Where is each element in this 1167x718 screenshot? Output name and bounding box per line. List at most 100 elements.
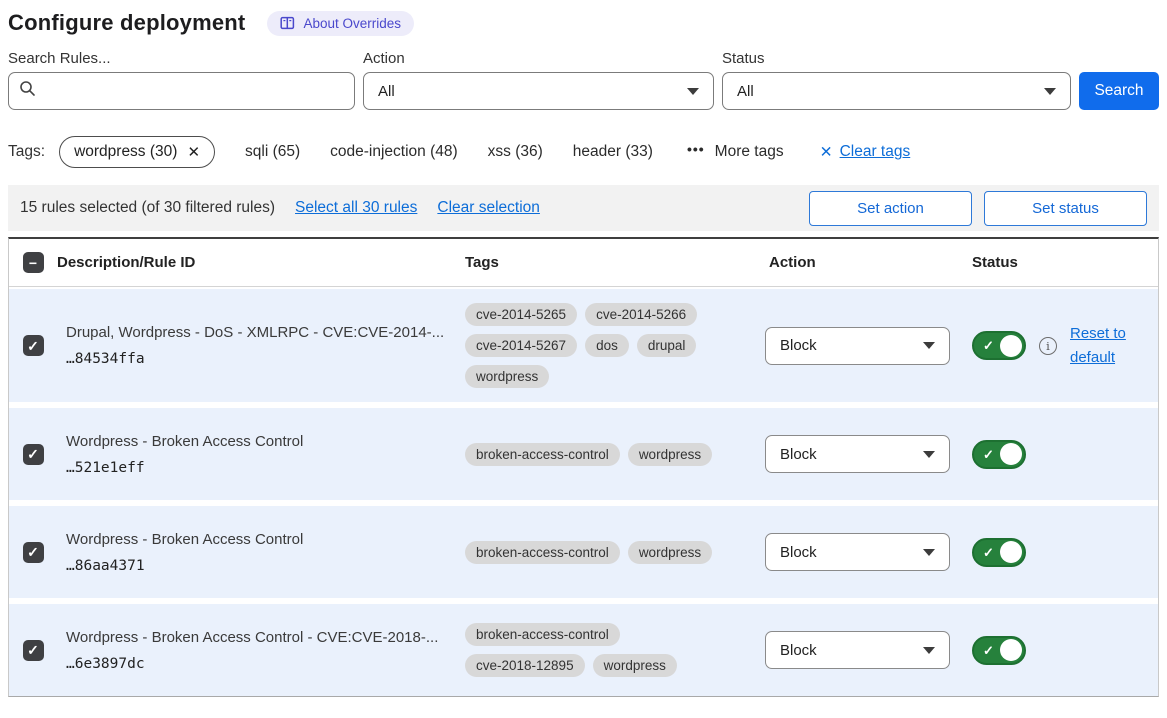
tag-pill: cve-2014-5267: [465, 334, 577, 357]
table-header-row: − Description/Rule ID Tags Action Status: [9, 239, 1158, 287]
rule-action-select[interactable]: Block: [765, 327, 950, 365]
check-icon: ✓: [983, 644, 994, 657]
indeterminate-icon: −: [29, 256, 37, 270]
column-header-action: Action: [765, 254, 965, 271]
toggle-knob: [1000, 639, 1022, 661]
tag-pill: broken-access-control: [465, 443, 620, 466]
column-header-status: Status: [965, 254, 1158, 271]
check-icon: ✓: [983, 546, 994, 559]
status-toggle[interactable]: ✓: [972, 331, 1026, 360]
reset-to-default-link[interactable]: Reset to default: [1070, 322, 1136, 369]
action-filter-select[interactable]: All: [363, 72, 714, 110]
check-icon: ✓: [983, 339, 994, 352]
table-row: ✓ Wordpress - Broken Access Control …521…: [9, 408, 1158, 500]
book-icon: [280, 16, 295, 30]
status-filter-label: Status: [722, 50, 1071, 67]
rule-action-value: Block: [780, 642, 817, 659]
tag-pill: drupal: [637, 334, 697, 357]
rule-action-select[interactable]: Block: [765, 631, 950, 669]
check-icon: ✓: [983, 448, 994, 461]
rule-id: …521e1eff: [66, 460, 465, 476]
chevron-down-icon: [923, 549, 935, 556]
rule-id: …84534ffa: [66, 351, 465, 367]
row-checkbox[interactable]: ✓: [23, 444, 44, 465]
column-header-description: Description/Rule ID: [57, 254, 465, 271]
check-icon: ✓: [27, 339, 39, 353]
about-overrides-badge[interactable]: About Overrides: [267, 11, 414, 36]
page-header: Configure deployment About Overrides: [8, 10, 1159, 36]
tag-pill: wordpress: [593, 654, 677, 677]
search-rules-input[interactable]: [44, 83, 344, 100]
tag-pill: cve-2018-12895: [465, 654, 585, 677]
status-toggle[interactable]: ✓: [972, 538, 1026, 567]
search-icon: [19, 80, 36, 102]
rule-action-value: Block: [780, 544, 817, 561]
rule-description: Drupal, Wordpress - DoS - XMLRPC - CVE:C…: [66, 324, 465, 341]
configure-deployment-page: Configure deployment About Overrides Sea…: [0, 0, 1167, 697]
search-button[interactable]: Search: [1079, 72, 1159, 110]
tag-xss[interactable]: xss (36): [488, 143, 543, 161]
toggle-knob: [1000, 335, 1022, 357]
rule-tags: broken-access-control wordpress: [465, 443, 727, 466]
more-tags-button[interactable]: ••• More tags: [687, 143, 784, 161]
ellipsis-icon: •••: [687, 141, 705, 157]
toggle-knob: [1000, 541, 1022, 563]
status-toggle[interactable]: ✓: [972, 440, 1026, 469]
tag-pill: wordpress: [628, 541, 712, 564]
tag-pill: broken-access-control: [465, 541, 620, 564]
table-row: ✓ Wordpress - Broken Access Control …86a…: [9, 506, 1158, 598]
tag-header[interactable]: header (33): [573, 143, 653, 161]
rule-tags: broken-access-control wordpress: [465, 541, 727, 564]
selection-summary: 15 rules selected (of 30 filtered rules): [20, 199, 275, 217]
rule-tags: broken-access-controlcve-2018-12895wordp…: [465, 623, 727, 677]
info-icon: i: [1039, 337, 1057, 355]
page-title: Configure deployment: [8, 10, 245, 36]
rules-table: − Description/Rule ID Tags Action Status…: [8, 237, 1159, 697]
selection-bar: 15 rules selected (of 30 filtered rules)…: [8, 185, 1159, 231]
rule-action-select[interactable]: Block: [765, 435, 950, 473]
rule-tags: cve-2014-5265cve-2014-5266cve-2014-5267d…: [465, 303, 727, 388]
tag-pill: wordpress: [628, 443, 712, 466]
status-toggle[interactable]: ✓: [972, 636, 1026, 665]
row-checkbox[interactable]: ✓: [23, 542, 44, 563]
select-all-rules-link[interactable]: Select all 30 rules: [295, 199, 417, 217]
row-checkbox[interactable]: ✓: [23, 640, 44, 661]
rule-id: …6e3897dc: [66, 656, 465, 672]
remove-tag-icon[interactable]: ✕: [187, 143, 200, 161]
more-tags-label: More tags: [715, 143, 784, 161]
rule-action-value: Block: [780, 446, 817, 463]
tag-pill: wordpress: [465, 365, 549, 388]
rule-description: Wordpress - Broken Access Control: [66, 531, 465, 548]
about-overrides-label: About Overrides: [303, 16, 401, 31]
check-icon: ✓: [27, 447, 39, 461]
chevron-down-icon: [923, 451, 935, 458]
status-filter-select[interactable]: All: [722, 72, 1071, 110]
select-all-checkbox[interactable]: −: [23, 252, 44, 273]
tags-bar: Tags: wordpress (30) ✕ sqli (65) code-in…: [8, 134, 1159, 170]
selected-tag-chip-wordpress[interactable]: wordpress (30) ✕: [59, 136, 215, 168]
action-filter-label: Action: [363, 50, 714, 67]
chevron-down-icon: [923, 342, 935, 349]
set-status-button[interactable]: Set status: [984, 191, 1147, 226]
row-checkbox[interactable]: ✓: [23, 335, 44, 356]
clear-selection-link[interactable]: Clear selection: [437, 199, 540, 217]
selected-tag-label: wordpress (30): [74, 143, 177, 161]
tag-code-injection[interactable]: code-injection (48): [330, 143, 458, 161]
set-action-button[interactable]: Set action: [809, 191, 972, 226]
clear-tags-label: Clear tags: [840, 143, 911, 161]
check-icon: ✓: [27, 545, 39, 559]
status-filter-value: All: [737, 83, 754, 100]
clear-tags-link[interactable]: ✕ Clear tags: [820, 143, 911, 162]
rule-action-select[interactable]: Block: [765, 533, 950, 571]
tag-pill: cve-2014-5266: [585, 303, 697, 326]
close-icon: ✕: [820, 143, 833, 162]
tag-pill: dos: [585, 334, 629, 357]
rule-description: Wordpress - Broken Access Control: [66, 433, 465, 450]
column-header-tags: Tags: [465, 254, 765, 271]
filters-bar: Search Rules... Action All Status All Se…: [8, 50, 1159, 110]
search-rules-box: [8, 72, 355, 110]
tag-sqli[interactable]: sqli (65): [245, 143, 300, 161]
chevron-down-icon: [1044, 88, 1056, 95]
action-filter-value: All: [378, 83, 395, 100]
rule-action-value: Block: [780, 337, 817, 354]
